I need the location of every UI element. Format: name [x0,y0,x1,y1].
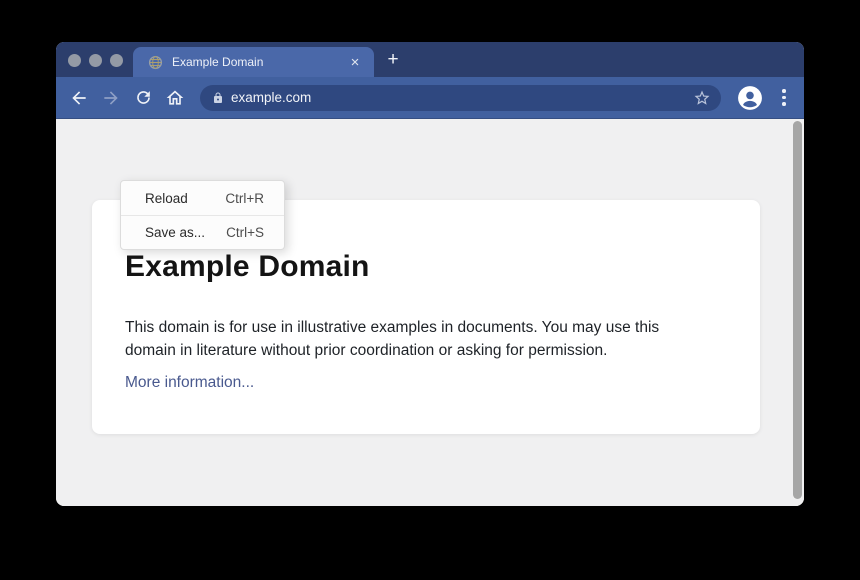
bookmark-button[interactable] [691,87,713,109]
window-minimize-button[interactable] [89,54,102,67]
window-controls [68,54,123,67]
context-menu-item-save-as[interactable]: Save as... Ctrl+S [121,215,284,249]
globe-favicon-icon [148,55,163,70]
avatar-icon [737,85,763,111]
profile-button[interactable] [737,85,763,111]
home-icon [165,88,185,108]
tab-close-icon[interactable]: × [346,55,364,70]
star-icon [693,89,711,107]
forward-arrow-icon [101,88,121,108]
more-information-link[interactable]: More information... [125,374,254,392]
window-zoom-button[interactable] [110,54,123,67]
tab-title: Example Domain [172,55,346,69]
url-text: example.com [231,90,691,105]
menu-item-label: Save as... [145,225,205,240]
new-tab-button[interactable]: + [380,48,406,72]
browser-window: Example Domain × + [56,42,804,506]
back-arrow-icon [69,88,89,108]
menu-item-shortcut: Ctrl+S [226,225,264,240]
context-menu: Reload Ctrl+R Save as... Ctrl+S [120,180,285,250]
browser-toolbar: example.com [56,77,804,119]
kebab-menu-icon [782,89,786,106]
page-title: Example Domain [125,250,760,284]
lock-icon [212,91,224,105]
menu-item-shortcut: Ctrl+R [225,191,264,206]
vertical-scrollbar[interactable] [793,121,802,499]
menu-item-label: Reload [145,191,188,206]
tab-strip: Example Domain × + [56,42,804,77]
reload-button[interactable] [128,83,158,113]
page-paragraph: This domain is for use in illustrative e… [125,316,710,362]
page-viewport: Example Domain This domain is for use in… [56,119,804,506]
window-close-button[interactable] [68,54,81,67]
context-menu-item-reload[interactable]: Reload Ctrl+R [121,181,284,215]
reload-icon [134,88,153,107]
back-button[interactable] [64,83,94,113]
address-bar[interactable]: example.com [200,85,721,111]
home-button[interactable] [160,83,190,113]
forward-button[interactable] [96,83,126,113]
tab-example-domain[interactable]: Example Domain × [133,47,374,77]
browser-menu-button[interactable] [772,86,796,110]
